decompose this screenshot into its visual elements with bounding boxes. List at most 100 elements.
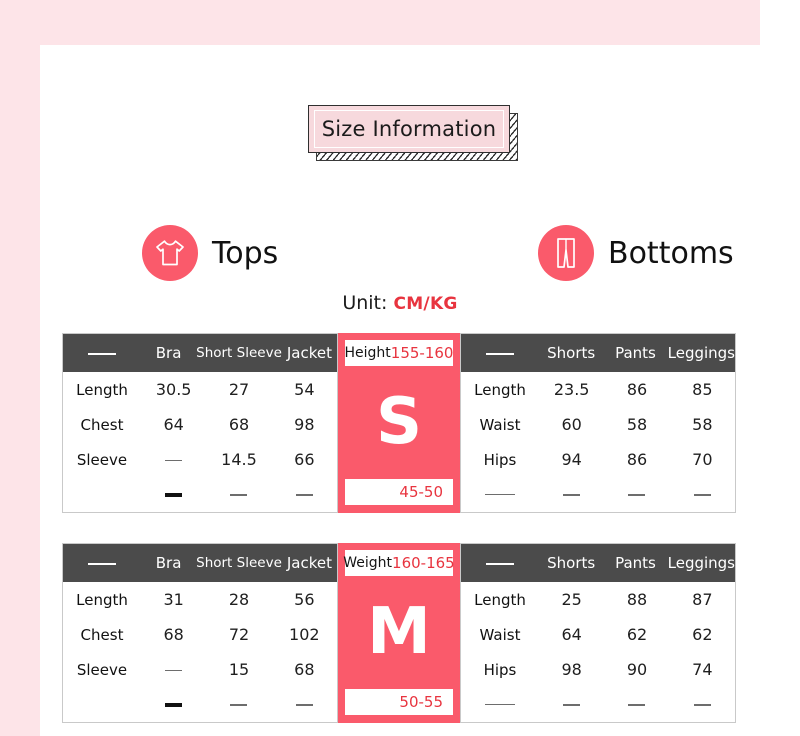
size-footer-weight: 50-55 <box>345 689 453 715</box>
table-row: Length 30.5 27 54 <box>63 372 337 407</box>
table-row: Sleeve 15 68 <box>63 652 337 687</box>
cell-value: 87 <box>692 590 713 609</box>
header-cell-short-sleeve: Short Sleeve <box>196 345 282 361</box>
bottoms-table-m: Shorts Pants Leggings Length 25 88 87 Wa… <box>460 543 736 723</box>
size-header-label: Height <box>344 345 391 361</box>
dash-icon <box>628 704 646 706</box>
size-header-label: Weight <box>343 555 393 571</box>
header-cell-blank <box>63 344 141 362</box>
cell-value: 98 <box>561 660 582 679</box>
cell-empty <box>272 695 337 714</box>
row-label-empty <box>461 695 539 713</box>
row-label: Length <box>474 380 526 399</box>
tops-table-s: Bra Short Sleeve Jacket Length 30.5 27 5… <box>62 333 338 513</box>
cell-value: 68 <box>294 660 315 679</box>
category-label-bottoms: Bottoms <box>608 235 734 271</box>
dash-icon <box>165 669 183 672</box>
page-title: Size Information <box>321 117 497 141</box>
cell-value: 86 <box>626 450 648 469</box>
cell-empty <box>604 485 669 504</box>
dash-icon <box>295 704 313 706</box>
table-row: Hips 98 90 74 <box>461 652 735 687</box>
cell-value: 86 <box>626 380 648 399</box>
header-cell-jacket: Jacket <box>286 554 332 572</box>
row-label: Sleeve <box>76 450 128 469</box>
size-chart-page: Size Information Tops Bottoms Unit: CM/K… <box>0 0 800 736</box>
cell-value: 72 <box>228 625 250 644</box>
cell-value: 25 <box>561 590 582 609</box>
dash-icon <box>230 704 248 706</box>
dash-icon <box>693 704 711 706</box>
header-cell-pants: Pants <box>615 554 656 572</box>
header-cell-leggings: Leggings <box>667 554 736 572</box>
cell-value: 62 <box>626 625 648 644</box>
unit-value: CM/KG <box>393 294 458 314</box>
dash-icon <box>693 494 711 496</box>
cell-value: 54 <box>294 380 315 399</box>
row-label: Waist <box>479 625 521 644</box>
size-column-m: Weight 160-165 M 50-55 <box>338 543 460 723</box>
cell-value: 74 <box>692 660 713 679</box>
row-label: Sleeve <box>76 660 128 679</box>
dash-icon <box>165 459 183 462</box>
tshirt-icon <box>142 225 198 281</box>
size-block-m: Bra Short Sleeve Jacket Length 31 28 56 … <box>62 543 760 723</box>
cell-value: 64 <box>163 415 184 434</box>
category-label-tops: Tops <box>212 235 279 271</box>
row-label: Chest <box>80 415 124 434</box>
cell-value: 68 <box>163 625 184 644</box>
table-row: Length 23.5 86 85 <box>461 372 735 407</box>
cell-value: 88 <box>626 590 648 609</box>
table-row: Waist 60 58 58 <box>461 407 735 442</box>
cell-value: 15 <box>228 660 250 679</box>
cell-empty <box>539 695 604 714</box>
cell-value: 62 <box>692 625 713 644</box>
cell-value: 90 <box>626 660 648 679</box>
table-row: Chest 64 68 98 <box>63 407 337 442</box>
table-header-row: Shorts Pants Leggings <box>461 334 735 372</box>
row-label: Length <box>76 380 128 399</box>
dash-icon <box>486 352 514 355</box>
cell-empty <box>141 660 206 679</box>
pants-icon <box>538 225 594 281</box>
header-cell-leggings: Leggings <box>667 344 736 362</box>
row-label: Chest <box>80 625 124 644</box>
table-row: Chest 68 72 102 <box>63 617 337 652</box>
unit-prefix: Unit: <box>342 292 394 314</box>
row-label: Waist <box>479 415 521 434</box>
cell-empty <box>206 485 271 504</box>
dash-icon <box>88 562 116 565</box>
size-header-range: 155-160 <box>390 344 454 362</box>
header-cell-bra: Bra <box>155 344 182 362</box>
table-header-row: Bra Short Sleeve Jacket <box>63 544 337 582</box>
cell-value: 70 <box>692 450 713 469</box>
header-cell-shorts: Shorts <box>547 554 596 572</box>
table-row <box>461 687 735 721</box>
size-header-range: 160-165 <box>392 554 455 572</box>
dash-icon <box>230 494 248 496</box>
cell-empty <box>670 695 735 714</box>
dash-icon <box>628 494 646 496</box>
cell-empty <box>670 485 735 504</box>
dash-icon <box>485 703 515 706</box>
size-footer-range: 50-55 <box>399 693 443 711</box>
cell-empty <box>604 695 669 714</box>
table-row: Length 25 88 87 <box>461 582 735 617</box>
size-footer-range: 45-50 <box>399 483 443 501</box>
cell-empty <box>206 695 271 714</box>
dash-icon <box>486 562 514 565</box>
cell-empty <box>272 485 337 504</box>
cell-value: 14.5 <box>221 450 257 469</box>
cell-value: 94 <box>561 450 582 469</box>
table-row <box>461 477 735 511</box>
dash-icon <box>165 703 183 707</box>
header-cell-short-sleeve: Short Sleeve <box>196 555 282 571</box>
dash-icon <box>165 493 183 497</box>
cell-value: 102 <box>289 625 320 644</box>
table-row: Waist 64 62 62 <box>461 617 735 652</box>
size-letter: M <box>367 595 431 669</box>
title-inner-border: Size Information <box>314 110 504 148</box>
table-header-row: Shorts Pants Leggings <box>461 544 735 582</box>
dash-icon <box>295 494 313 496</box>
row-label: Hips <box>483 450 517 469</box>
